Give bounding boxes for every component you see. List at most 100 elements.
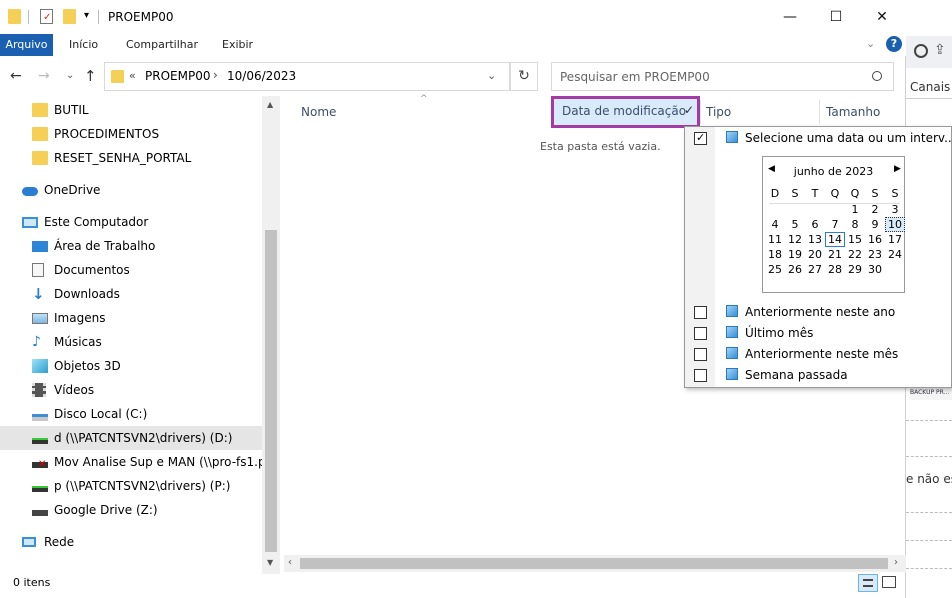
calendar-day[interactable]: 1 bbox=[845, 202, 865, 217]
maximize-button[interactable]: ☐ bbox=[813, 0, 859, 34]
search-input[interactable]: Pesquisar em PROEMP00 bbox=[560, 70, 710, 84]
calendar-day[interactable]: 3 bbox=[885, 202, 905, 217]
scrollbar-thumb[interactable] bbox=[300, 558, 888, 569]
sidebar-item-documentos[interactable]: Documentos bbox=[0, 258, 262, 282]
calendar-day[interactable]: 9 bbox=[865, 217, 885, 232]
sidebar-item-onedrive[interactable]: OneDrive bbox=[0, 178, 262, 202]
navigation-scrollbar[interactable]: ▲ ▼ bbox=[262, 96, 280, 574]
sidebar-item-reset-senha[interactable]: RESET_SENHA_PORTAL bbox=[0, 146, 262, 170]
calendar-day[interactable]: 15 bbox=[845, 232, 865, 247]
back-icon[interactable]: ← bbox=[10, 68, 22, 84]
sidebar-item-butil[interactable]: BUTIL bbox=[0, 98, 262, 122]
option-anteriormente-ano[interactable]: Anteriormente neste ano bbox=[745, 305, 895, 319]
calendar-day[interactable]: 6 bbox=[805, 217, 825, 232]
sidebar-item-disco-local[interactable]: Disco Local (C:) bbox=[0, 402, 262, 426]
up-icon[interactable]: ↑ bbox=[84, 67, 97, 85]
sidebar-item-videos[interactable]: Vídeos bbox=[0, 378, 262, 402]
sidebar-item-area-de-trabalho[interactable]: Área de Trabalho bbox=[0, 234, 262, 258]
calendar-day[interactable]: 25 bbox=[765, 262, 785, 277]
calendar-day[interactable]: 20 bbox=[805, 247, 825, 262]
sidebar-item-google-drive[interactable]: Google Drive (Z:) bbox=[0, 498, 262, 522]
calendar-day[interactable]: 24 bbox=[885, 247, 905, 262]
address-bar[interactable]: « PROEMP00 › 10/06/2023 ⌄ bbox=[104, 62, 510, 91]
option-checkbox[interactable] bbox=[694, 369, 707, 382]
tab-arquivo[interactable]: Arquivo bbox=[0, 34, 53, 56]
calendar-day[interactable]: 23 bbox=[865, 247, 885, 262]
tab-compartilhar[interactable]: Compartilhar bbox=[126, 34, 198, 56]
expand-ribbon-icon[interactable]: ⌄ bbox=[866, 37, 875, 50]
calendar-day[interactable]: 19 bbox=[785, 247, 805, 262]
calendar-day[interactable]: 10 bbox=[885, 217, 905, 232]
close-button[interactable]: ✕ bbox=[859, 0, 905, 34]
recent-locations-icon[interactable]: ⌄ bbox=[66, 70, 74, 81]
minimize-button[interactable]: — bbox=[767, 0, 813, 34]
calendar-day[interactable]: 7 bbox=[825, 217, 845, 232]
column-nome[interactable]: Nome bbox=[301, 100, 336, 124]
tab-inicio[interactable]: Início bbox=[69, 34, 98, 56]
scroll-left-icon[interactable]: ‹ bbox=[288, 557, 292, 568]
tab-exibir[interactable]: Exibir bbox=[222, 34, 253, 56]
option-ultimo-mes[interactable]: Último mês bbox=[745, 326, 813, 340]
calendar-day[interactable]: 28 bbox=[825, 262, 845, 277]
calendar-day[interactable]: 4 bbox=[765, 217, 785, 232]
next-month-icon[interactable]: ▶ bbox=[894, 164, 901, 174]
sidebar-item-musicas[interactable]: ♪ Músicas bbox=[0, 330, 262, 354]
calendar-day[interactable]: 18 bbox=[765, 247, 785, 262]
calendar-day[interactable]: 17 bbox=[885, 232, 905, 247]
properties-icon[interactable]: ✓ bbox=[40, 9, 53, 24]
filter-check-icon[interactable]: ✓ bbox=[684, 103, 694, 117]
scroll-up-icon[interactable]: ▲ bbox=[267, 100, 273, 109]
forward-icon[interactable]: → bbox=[38, 68, 50, 84]
sidebar-item-imagens[interactable]: Imagens bbox=[0, 306, 262, 330]
calendar-day[interactable]: 27 bbox=[805, 262, 825, 277]
calendar-day[interactable]: 5 bbox=[785, 217, 805, 232]
sidebar-item-mov-analise[interactable]: ✕ Mov Analise Sup e MAN (\\pro-fs1.prose bbox=[0, 450, 262, 474]
column-data-modificacao-highlight[interactable]: Data de modificação ✓ bbox=[551, 96, 700, 128]
sidebar-item-downloads[interactable]: ↓ Downloads bbox=[0, 282, 262, 306]
content-scrollbar[interactable]: ‹ › bbox=[284, 555, 906, 572]
column-tipo[interactable]: Tipo bbox=[706, 100, 731, 124]
refresh-button[interactable]: ↻ bbox=[510, 62, 538, 91]
calendar-day[interactable]: 13 bbox=[805, 232, 825, 247]
scroll-down-icon[interactable]: ▼ bbox=[267, 558, 273, 567]
calendar-day[interactable]: 11 bbox=[765, 232, 785, 247]
select-date-label[interactable]: Selecione uma data ou um interv... bbox=[745, 131, 952, 145]
calendar-day[interactable]: 21 bbox=[825, 247, 845, 262]
sidebar-item-p-drive[interactable]: p (\\PATCNTSVN2\drivers) (P:) bbox=[0, 474, 262, 498]
overflow-crumb[interactable]: « bbox=[129, 69, 136, 82]
details-view-button[interactable] bbox=[858, 574, 878, 592]
scrollbar-thumb[interactable] bbox=[265, 230, 277, 552]
breadcrumb-proemp00[interactable]: PROEMP00 bbox=[145, 69, 210, 83]
sidebar-item-rede[interactable]: Rede bbox=[0, 530, 262, 554]
option-checkbox[interactable] bbox=[694, 306, 707, 319]
sidebar-item-objetos-3d[interactable]: Objetos 3D bbox=[0, 354, 262, 378]
option-checkbox[interactable] bbox=[694, 348, 707, 361]
calendar-day[interactable]: 8 bbox=[845, 217, 865, 232]
option-semana-passada[interactable]: Semana passada bbox=[745, 368, 848, 382]
calendar-day[interactable]: 16 bbox=[865, 232, 885, 247]
calendar-day[interactable]: 26 bbox=[785, 262, 805, 277]
help-icon[interactable]: ? bbox=[886, 36, 902, 52]
large-icons-view-button[interactable] bbox=[882, 576, 896, 588]
column-tamanho[interactable]: Tamanho bbox=[826, 100, 880, 124]
calendar-day[interactable]: 12 bbox=[785, 232, 805, 247]
option-checkbox[interactable] bbox=[694, 327, 707, 340]
sidebar-item-procedimentos[interactable]: PROCEDIMENTOS bbox=[0, 122, 262, 146]
chevron-down-icon[interactable]: ⌄ bbox=[487, 69, 496, 82]
scroll-right-icon[interactable]: › bbox=[894, 557, 898, 568]
select-date-checkbox[interactable]: ✓ bbox=[694, 131, 707, 145]
calendar-month[interactable]: junho de 2023 bbox=[763, 165, 904, 178]
option-anteriormente-mes[interactable]: Anteriormente neste mês bbox=[745, 347, 898, 361]
calendar-day[interactable]: 22 bbox=[845, 247, 865, 262]
calendar-day[interactable]: 29 bbox=[845, 262, 865, 277]
calendar-day[interactable]: 2 bbox=[865, 202, 885, 217]
calendar-day[interactable]: 14 bbox=[825, 232, 845, 247]
breadcrumb-date[interactable]: 10/06/2023 bbox=[227, 69, 296, 83]
sidebar-item-este-computador[interactable]: Este Computador bbox=[0, 210, 262, 234]
desktop-icon bbox=[32, 240, 48, 252]
customize-toolbar-icon[interactable]: ▾ bbox=[84, 10, 89, 21]
search-field[interactable]: Pesquisar em PROEMP00 bbox=[551, 62, 894, 91]
sidebar-item-d-drive[interactable]: d (\\PATCNTSVN2\drivers) (D:) bbox=[0, 426, 262, 450]
calendar-day[interactable]: 30 bbox=[865, 262, 885, 277]
new-folder-icon[interactable] bbox=[63, 9, 76, 24]
